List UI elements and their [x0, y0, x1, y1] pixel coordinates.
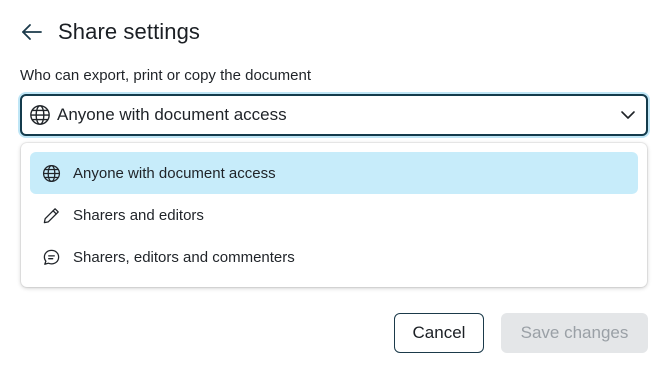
select-value: Anyone with document access: [57, 105, 287, 124]
export-permission-label: Who can export, print or copy the docume…: [20, 67, 311, 84]
menu-item-label: Anyone with document access: [73, 164, 276, 182]
chevron-down-icon[interactable]: [619, 106, 637, 124]
arrow-left-icon: [22, 24, 42, 40]
export-permission-select[interactable]: Anyone with document access: [20, 94, 648, 136]
menu-item-sharers-editors-commenters[interactable]: Sharers, editors and commenters: [30, 236, 638, 278]
menu-item-label: Sharers, editors and commenters: [73, 248, 295, 266]
save-changes-button[interactable]: Save changes: [501, 313, 648, 353]
back-button[interactable]: [18, 18, 46, 46]
menu-item-label: Sharers and editors: [73, 206, 204, 224]
pencil-icon: [41, 205, 61, 225]
chat-bubble-icon: [41, 247, 61, 267]
dropdown-menu: Anyone with document access Sharers and …: [21, 143, 647, 287]
menu-item-sharers-and-editors[interactable]: Sharers and editors: [30, 194, 638, 236]
globe-icon: [29, 104, 51, 126]
globe-icon: [41, 163, 61, 183]
page-header: Share settings: [18, 14, 200, 50]
page-title: Share settings: [58, 19, 201, 44]
menu-item-anyone-with-access[interactable]: Anyone with document access: [30, 152, 638, 194]
cancel-button[interactable]: Cancel: [394, 313, 484, 353]
